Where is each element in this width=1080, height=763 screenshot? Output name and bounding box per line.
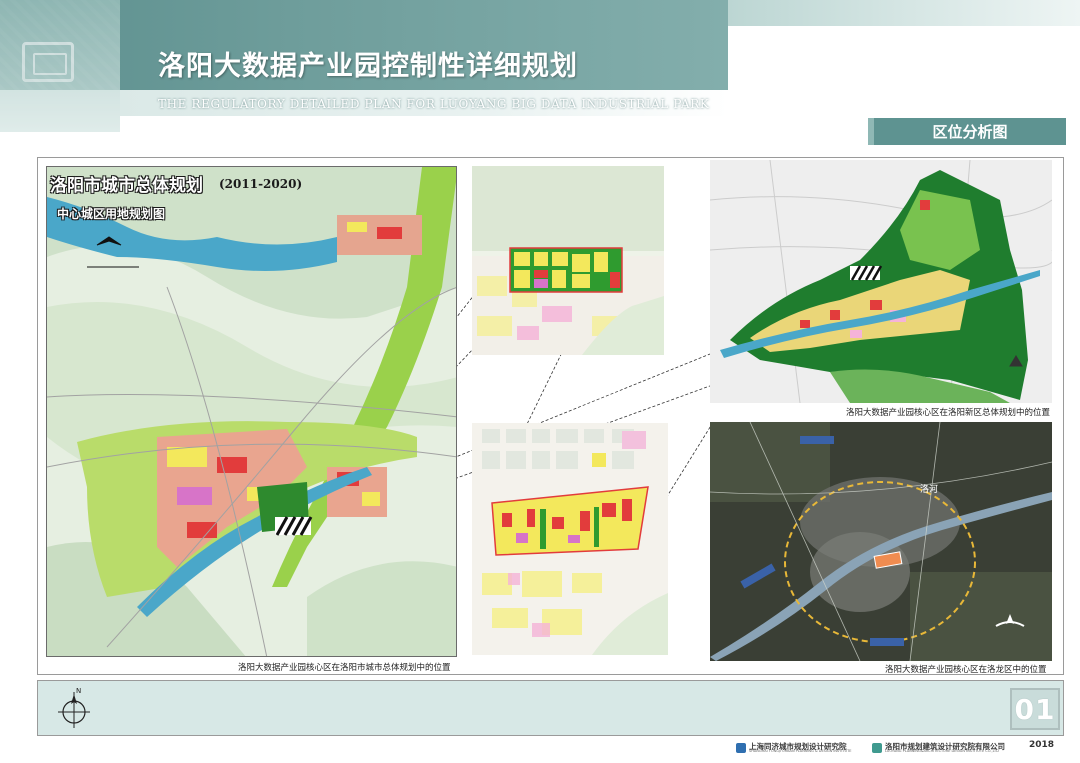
tongji-institute-logo: 上海同济城市规划设计研究院 SHANGHAI TONGJI URBAN PLAN…: [736, 741, 851, 755]
tongji-logo-name-en: SHANGHAI TONGJI URBAN PLANNING & DESIGN …: [749, 749, 852, 753]
svg-text:N: N: [76, 687, 81, 695]
master-plan-years: (2011-2020): [219, 177, 303, 191]
core-area-map-bottom: [472, 423, 668, 655]
bottom-bar: [37, 680, 1064, 736]
luolong-caption: 洛阳大数据产业园核心区在洛龙区中的位置: [885, 665, 1047, 675]
river-label: 洛河: [920, 485, 939, 495]
footer-year: 2018: [1029, 740, 1055, 750]
north-compass-icon: N: [58, 687, 90, 728]
page-number: 01: [1010, 688, 1060, 730]
luoyang-logo-icon: [872, 743, 882, 753]
master-plan-title: 洛阳市城市总体规划: [50, 176, 203, 196]
new-district-caption: 洛阳大数据产业园核心区在洛阳新区总体规划中的位置: [846, 408, 1051, 418]
luoyang-logo-name-en: LUOYANG PLANNING&ARCHITECTURE DESIGN INS…: [885, 749, 999, 753]
master-plan-caption: 洛阳大数据产业园核心区在洛阳市城市总体规划中的位置: [238, 663, 451, 673]
tongji-logo-icon: [736, 743, 746, 753]
new-district-map: [710, 160, 1052, 403]
luoyang-institute-logo: 洛阳市规划建筑设计研究院有限公司 LUOYANG PLANNING&ARCHIT…: [872, 741, 1005, 755]
master-plan-map: [46, 166, 457, 657]
satellite-map: [710, 422, 1052, 661]
core-area-map-top: [472, 166, 664, 355]
master-plan-subtitle: 中心城区用地规划图: [57, 207, 166, 221]
